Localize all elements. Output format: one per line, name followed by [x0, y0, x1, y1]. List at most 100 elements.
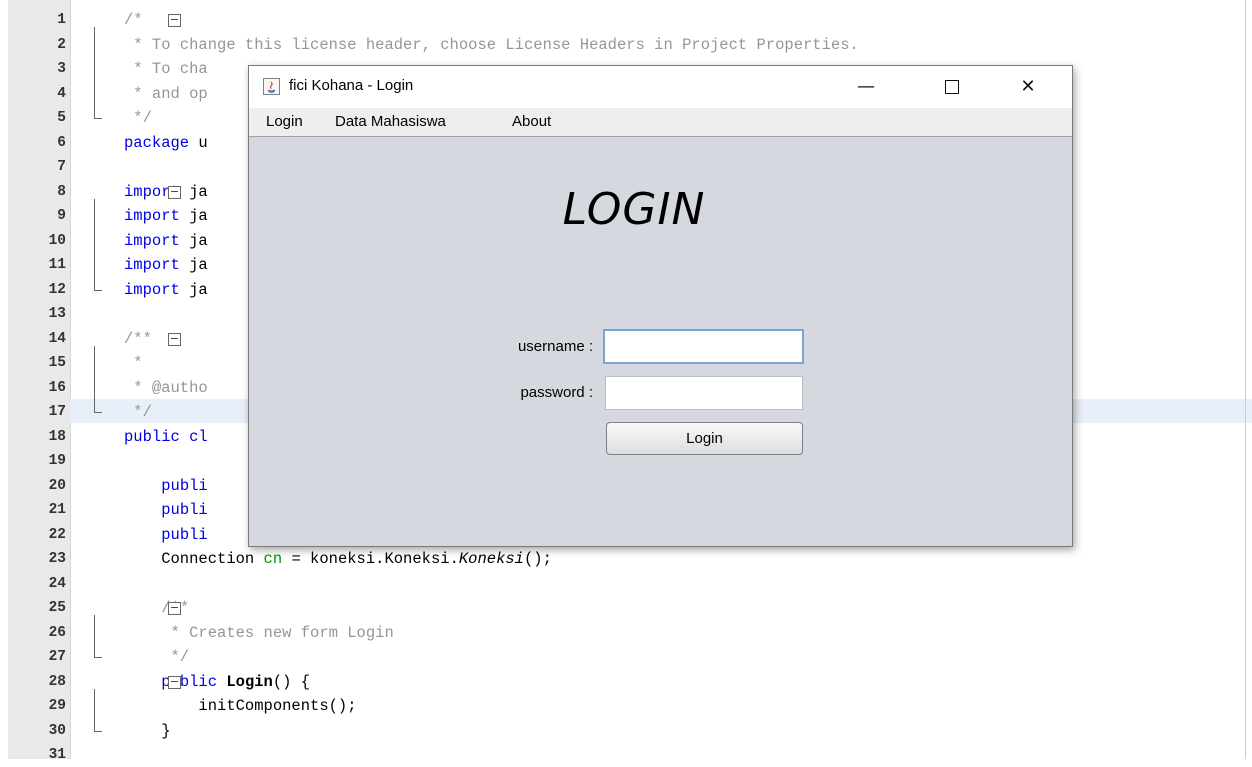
code-token: publi: [161, 476, 208, 495]
code-token: cn: [263, 550, 283, 568]
code-token: ja: [179, 256, 208, 274]
code-line[interactable]: 30 }: [0, 719, 1252, 743]
title-bar[interactable]: fici Kohana - Login — ✕: [249, 66, 1072, 108]
code-line[interactable]: 24: [0, 572, 1252, 596]
code-text: * To change this license header, choose …: [124, 33, 859, 57]
code-token: Connection: [124, 550, 264, 568]
code-token: publi: [161, 501, 208, 519]
code-token: */: [124, 109, 152, 127]
menu-about[interactable]: About: [512, 113, 551, 130]
fold-toggle-icon[interactable]: −: [168, 602, 181, 615]
code-text: * To cha: [124, 57, 208, 81]
code-text: Connection cn = koneksi.Koneksi.Koneksi(…: [124, 547, 552, 571]
code-line[interactable]: 28 public Login() {: [0, 670, 1252, 694]
code-token: *: [124, 354, 143, 372]
code-token: * and op: [124, 84, 208, 103]
code-line[interactable]: 31: [0, 743, 1252, 767]
code-token: */: [124, 403, 152, 421]
code-text: import ja: [124, 253, 208, 277]
fold-guide-line: [94, 688, 95, 731]
line-number: 15: [48, 355, 66, 371]
code-token: * @autho: [124, 378, 208, 397]
code-text: import ja: [124, 229, 208, 253]
minimize-button[interactable]: —: [843, 66, 889, 108]
fold-toggle-icon[interactable]: −: [168, 14, 181, 27]
code-token: /**: [124, 329, 152, 348]
fold-toggle-icon[interactable]: −: [168, 185, 181, 199]
line-number: 20: [48, 477, 66, 494]
code-text: *: [124, 351, 143, 375]
code-line[interactable]: 23 Connection cn = koneksi.Koneksi.Konek…: [0, 547, 1252, 571]
line-number: 22: [48, 526, 66, 543]
menu-data-mahasiswa[interactable]: Data Mahasiswa: [335, 113, 446, 130]
line-number: 9: [57, 208, 66, 224]
fold-toggle-icon[interactable]: −: [168, 332, 181, 346]
code-line[interactable]: 26 * Creates new form Login: [0, 621, 1252, 645]
code-text: publi: [124, 523, 208, 547]
minimize-icon: —: [857, 76, 875, 97]
code-token: u: [189, 133, 208, 152]
fold-end-marker: [94, 118, 102, 119]
code-text: /*: [124, 8, 143, 32]
code-token: import: [124, 280, 180, 299]
code-token: import: [124, 256, 180, 274]
code-text: */: [124, 400, 152, 424]
code-token: ();: [524, 550, 552, 568]
line-number: 17: [48, 404, 66, 420]
fold-end-marker: [94, 730, 102, 732]
close-icon: ✕: [1020, 76, 1036, 97]
line-number: 26: [48, 624, 66, 641]
code-text: publi: [124, 474, 208, 498]
code-line[interactable]: 27 */: [0, 645, 1252, 669]
fold-toggle-icon[interactable]: −: [168, 675, 181, 689]
line-number: 24: [48, 575, 66, 592]
password-input[interactable]: [605, 376, 803, 410]
code-token: Login: [226, 672, 273, 691]
login-heading: LOGIN: [562, 184, 706, 235]
username-input[interactable]: [603, 329, 804, 364]
line-number: 5: [57, 110, 66, 126]
line-number: 8: [57, 183, 66, 200]
code-text: import ja: [124, 278, 208, 302]
line-number: 4: [57, 85, 66, 102]
code-token: */: [124, 648, 190, 666]
code-line[interactable]: 29 initComponents();: [0, 694, 1252, 718]
code-token: package: [124, 133, 190, 152]
code-token: import: [124, 207, 180, 225]
close-button[interactable]: ✕: [1005, 66, 1051, 108]
code-text: public Login() {: [124, 670, 310, 694]
menu-bar: Login Data Mahasiswa About: [249, 108, 1072, 137]
code-text: public cl: [124, 425, 208, 449]
code-token: initComponents();: [124, 697, 357, 715]
password-label: password :: [520, 384, 593, 401]
line-number: 14: [48, 330, 66, 347]
line-number: 6: [57, 134, 66, 151]
code-token: * To cha: [124, 60, 208, 78]
code-text: package u: [124, 131, 208, 155]
code-line[interactable]: 2 * To change this license header, choos…: [0, 33, 1252, 57]
code-text: */: [124, 106, 152, 130]
window-title: fici Kohana - Login: [289, 77, 414, 94]
login-button[interactable]: Login: [606, 422, 803, 455]
line-number: 2: [57, 36, 66, 53]
code-token: publi: [161, 525, 208, 544]
line-number: 27: [48, 649, 66, 665]
username-label: username :: [517, 338, 593, 355]
code-token: () {: [272, 672, 311, 691]
line-number: 30: [48, 722, 66, 739]
line-number: 7: [57, 159, 66, 175]
fold-end-marker: [94, 657, 102, 658]
fold-guide-line: [94, 345, 95, 412]
fold-end-marker: [94, 289, 102, 291]
line-number: 31: [48, 747, 66, 763]
code-line[interactable]: 25 /**: [0, 596, 1252, 620]
code-line[interactable]: 1 /*: [0, 8, 1252, 32]
code-text: initComponents();: [124, 694, 357, 718]
line-number: 23: [48, 551, 66, 567]
menu-login[interactable]: Login: [266, 113, 303, 130]
line-number: 25: [48, 600, 66, 616]
maximize-button[interactable]: [929, 66, 975, 108]
